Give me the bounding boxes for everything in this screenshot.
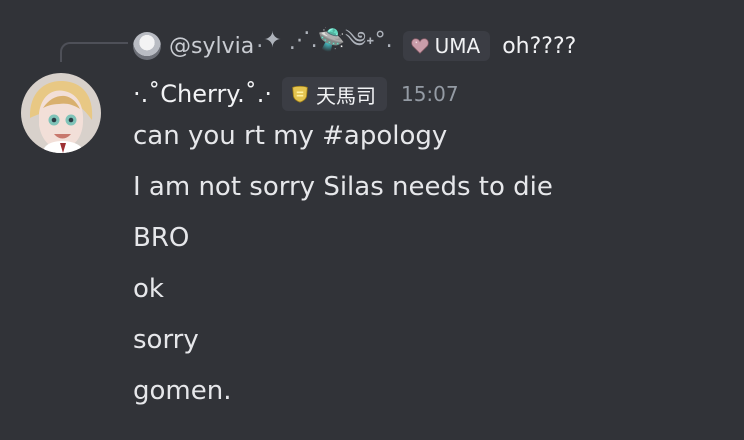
message-line-5[interactable]: sorry [133,320,724,371]
reply-author-decoration: .✦ ⋰.🛸༄˖°. [256,28,393,53]
role-badge: 天馬司 [281,77,387,111]
message-line-3[interactable]: BRO [133,218,724,269]
reply-text: oh???? [502,33,577,59]
message-line-1[interactable]: can you rt my #apology [133,116,724,167]
avatar[interactable] [21,73,101,153]
reply-spine [60,42,128,62]
role-badge-label: 天馬司 [315,83,376,108]
message-header: ·.˚Cherry.˚.· 天馬司 15:07 [133,76,459,112]
reply-tag-badge: UMA [402,31,491,61]
avatar-image [21,73,101,153]
reply-reference[interactable]: @sylvia .✦ ⋰.🛸༄˖°. UMA oh???? [133,28,577,62]
reply-tag-label: UMA [434,34,481,58]
username[interactable]: ·.˚Cherry.˚.· [133,80,272,108]
heart-icon [410,38,429,54]
shield-icon [292,85,308,103]
message-line-6[interactable]: gomen. [133,371,724,422]
message-line-4[interactable]: ok [133,269,724,320]
reply-avatar-icon [133,32,161,60]
reply-author[interactable]: @sylvia [169,34,254,59]
message-list: can you rt my #apology I am not sorry Si… [133,116,724,422]
message-line-2[interactable]: I am not sorry Silas needs to die [133,167,724,218]
message-timestamp[interactable]: 15:07 [401,82,459,106]
